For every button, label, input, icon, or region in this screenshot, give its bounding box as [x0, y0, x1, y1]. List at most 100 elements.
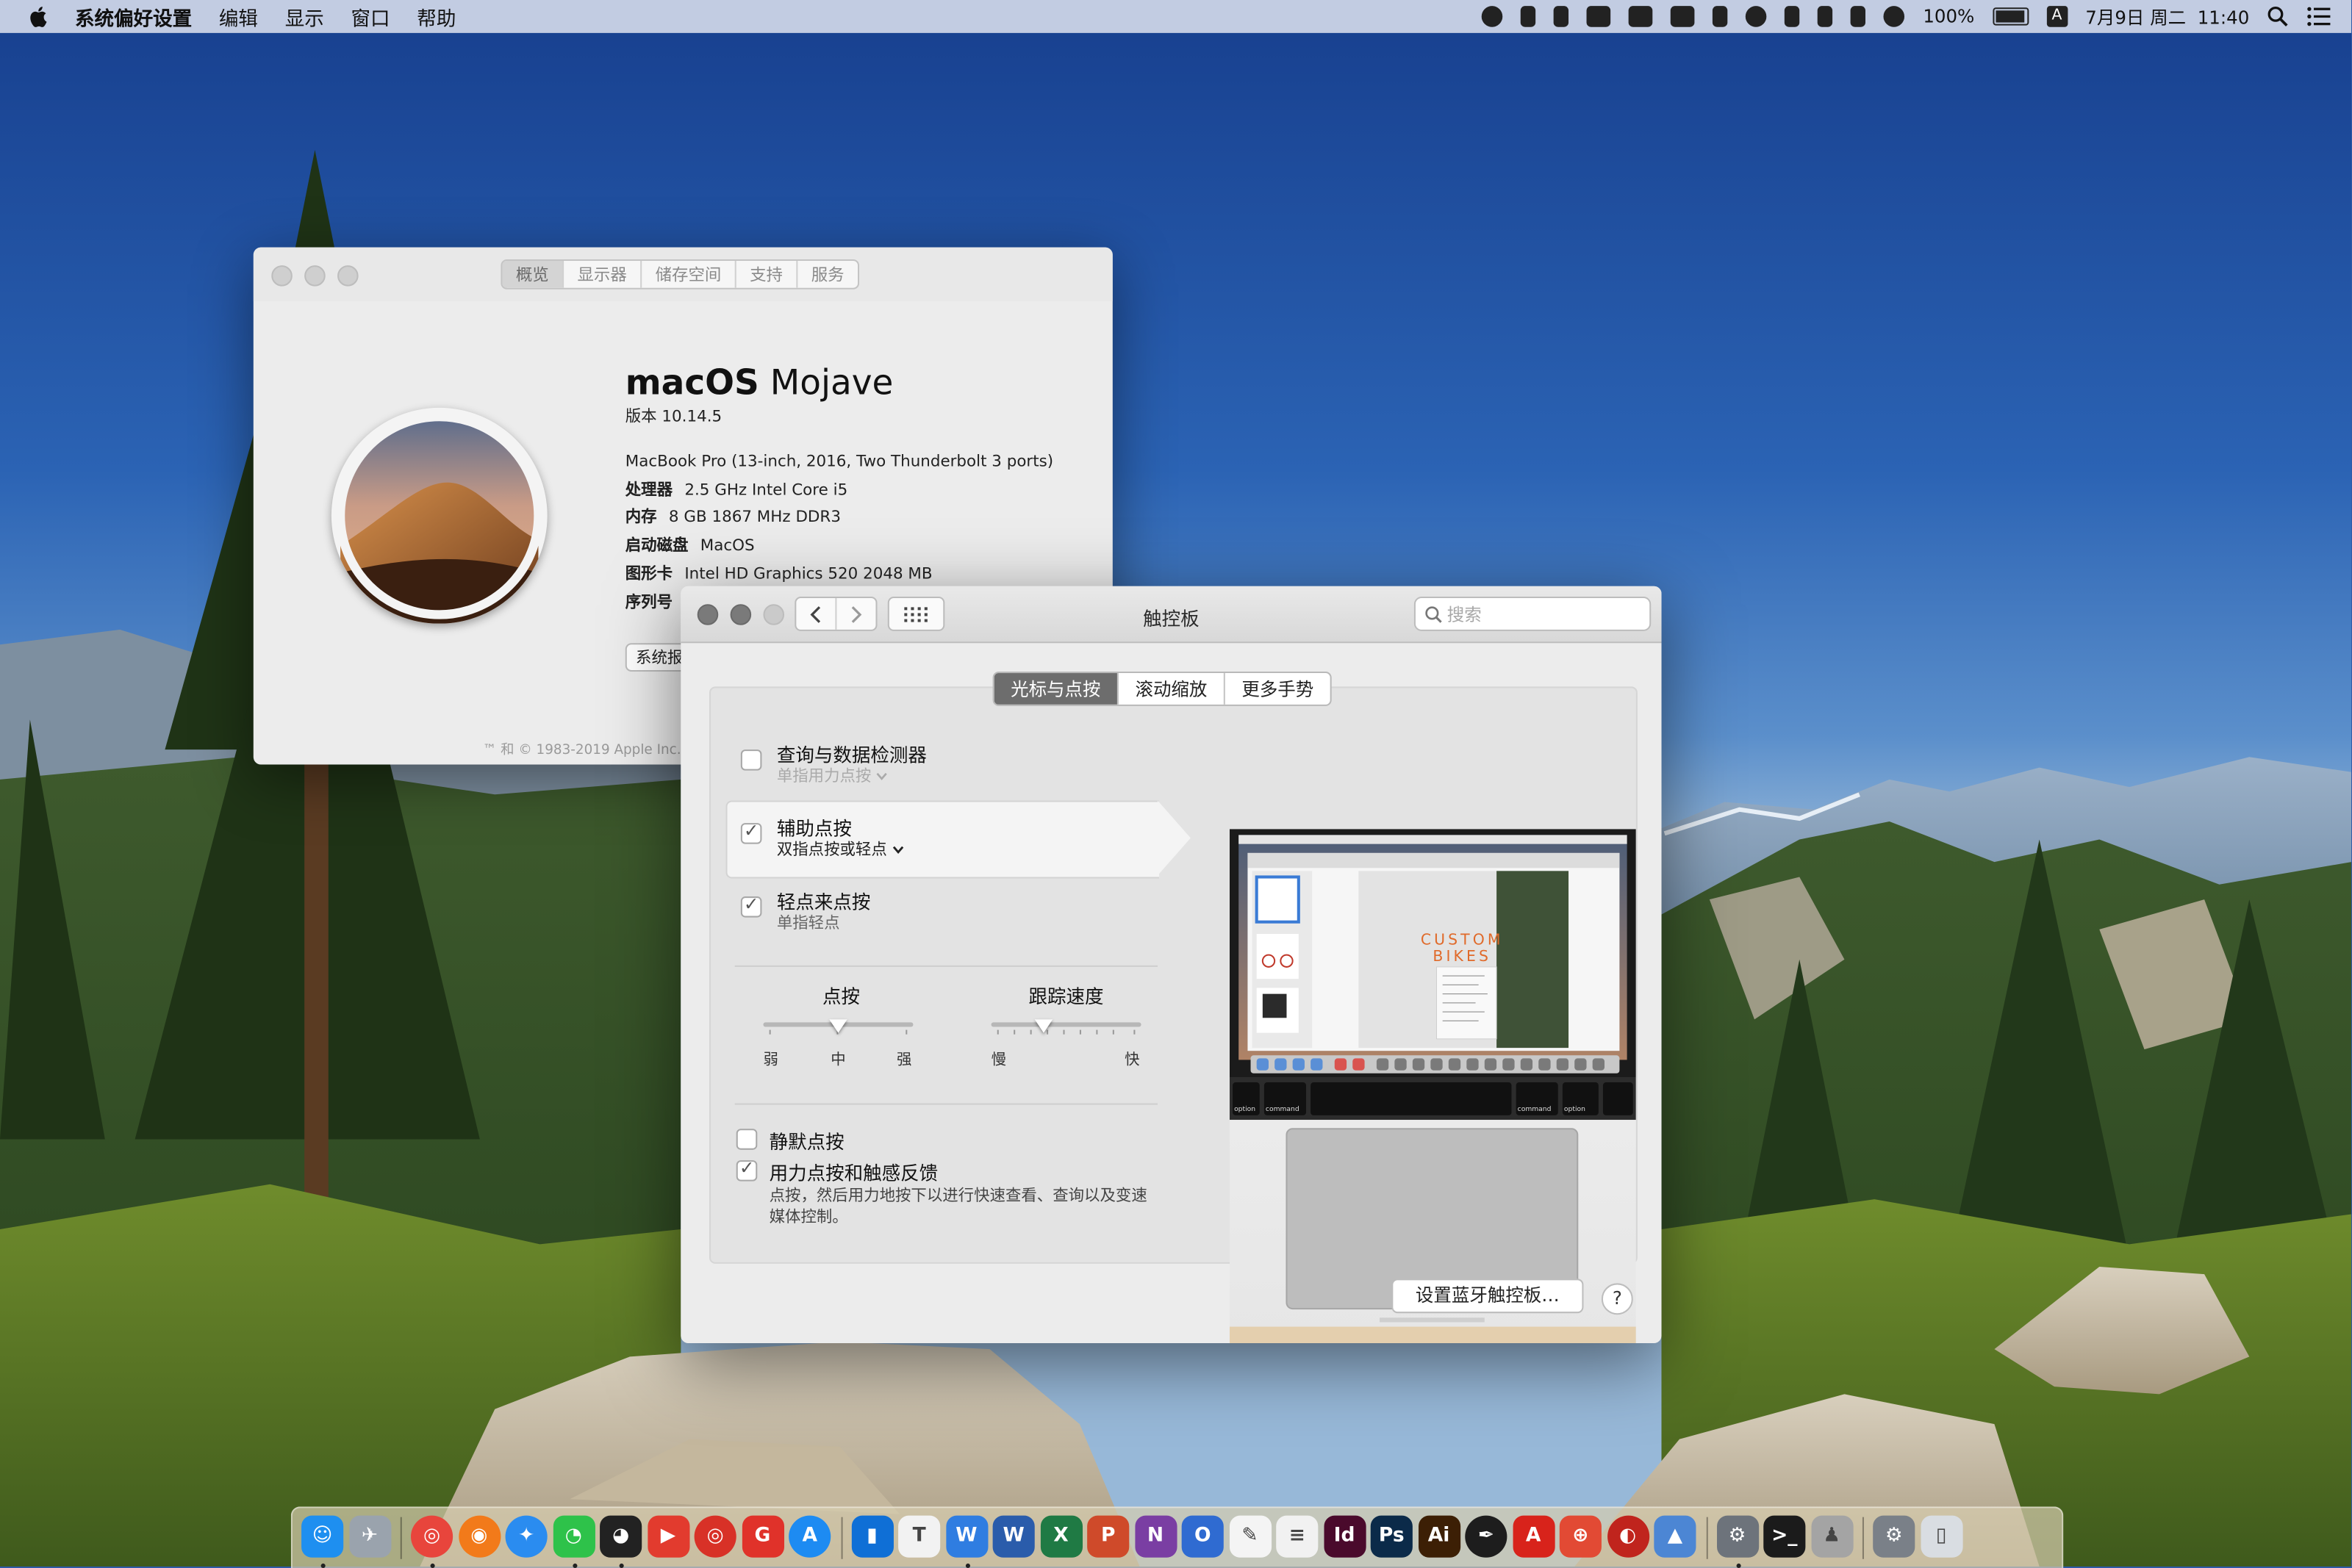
paw-icon[interactable]	[1554, 6, 1569, 27]
option-subtitle[interactable]: 双指点按或轻点	[777, 838, 903, 860]
notification-center-icon[interactable]	[2306, 6, 2331, 27]
battery-percent[interactable]: 100%	[1923, 6, 1974, 27]
search-field[interactable]	[1413, 596, 1652, 631]
zoom-button[interactable]	[337, 265, 359, 287]
slider-tick	[1079, 1029, 1081, 1035]
tab-overview[interactable]: 概览	[502, 260, 563, 288]
dock-powerpoint-icon[interactable]: P	[1087, 1515, 1130, 1558]
dock-outlook-icon[interactable]: O	[1181, 1515, 1224, 1558]
running-indicator	[619, 1563, 624, 1568]
dock-qq-icon[interactable]: ◕	[600, 1515, 642, 1558]
dock-typora-icon[interactable]: T	[898, 1515, 941, 1558]
dock-photoshop-icon[interactable]: Ps	[1370, 1515, 1413, 1558]
cloud-icon[interactable]	[1671, 6, 1696, 27]
send-icon[interactable]	[1629, 6, 1654, 27]
dock-acrobat-icon[interactable]: A	[1512, 1515, 1555, 1558]
input-method-icon[interactable]: A	[2046, 6, 2068, 27]
lookup-checkbox[interactable]	[740, 749, 762, 771]
dock-terminal-icon[interactable]: >_	[1763, 1515, 1806, 1558]
dock-safari-icon[interactable]: ✦	[505, 1515, 548, 1558]
clock[interactable]: 7月9日 周二 11:40	[2085, 4, 2249, 29]
menu-view[interactable]: 显示	[285, 2, 324, 31]
dock-system-preferences-icon[interactable]: ⚙	[1715, 1515, 1759, 1558]
dock-excel-icon[interactable]: X	[1039, 1515, 1082, 1558]
dock-chrome-icon[interactable]: ◎	[411, 1515, 453, 1558]
menu-edit[interactable]: 编辑	[219, 2, 258, 31]
menu-app-name[interactable]: 系统偏好设置	[75, 2, 192, 31]
tab-storage[interactable]: 储存空间	[640, 260, 735, 288]
network-icon[interactable]	[1785, 6, 1801, 27]
dock-illustrator-icon[interactable]: Ai	[1418, 1515, 1460, 1558]
tab-support[interactable]: 支持	[734, 260, 797, 288]
dock-indesign-icon[interactable]: Id	[1323, 1515, 1366, 1558]
dock-finder-icon[interactable]: ☺	[301, 1515, 344, 1558]
tab-more-gestures[interactable]: 更多手势	[1223, 673, 1330, 705]
tap-to-click-checkbox[interactable]	[740, 893, 762, 918]
menu-help[interactable]: 帮助	[417, 2, 456, 31]
dock-app-store-icon[interactable]: A	[789, 1515, 831, 1558]
force-click-checkbox[interactable]	[736, 1157, 758, 1182]
slider-knob[interactable]	[829, 1019, 847, 1033]
secondary-click-checkbox[interactable]	[740, 820, 762, 844]
spec-value: 2.5 GHz Intel Core i5	[684, 481, 848, 499]
highlight-pointer	[1158, 800, 1191, 876]
eject-icon[interactable]	[1818, 6, 1833, 27]
silent-click-checkbox[interactable]	[736, 1129, 758, 1150]
dock-onenote-icon[interactable]: N	[1134, 1515, 1177, 1558]
dock-pdf-expert-icon[interactable]: ▶	[647, 1515, 689, 1558]
dock-wechat-icon[interactable]: ◔	[552, 1515, 595, 1558]
spec-key: 图形卡	[625, 564, 673, 583]
vpn-icon[interactable]	[1884, 6, 1905, 27]
wechat-icon[interactable]	[1482, 6, 1504, 27]
setup-bluetooth-trackpad-button[interactable]: 设置蓝牙触控板…	[1391, 1279, 1584, 1314]
slider-label: 跟踪速度	[1028, 985, 1104, 1008]
dock-word-icon[interactable]: W	[992, 1515, 1035, 1558]
dock-launchpad-icon[interactable]: ✈	[348, 1515, 391, 1558]
tab-displays[interactable]: 显示器	[562, 260, 640, 288]
apple-menu-icon[interactable]	[27, 4, 51, 29]
dock-inkscape-icon[interactable]: ✒	[1465, 1515, 1507, 1558]
close-button[interactable]	[271, 265, 293, 287]
search-input[interactable]	[1446, 603, 1627, 625]
tab-service[interactable]: 服务	[796, 260, 858, 288]
dock-firefox-icon[interactable]: ◉	[458, 1515, 501, 1558]
dock-notes-icon[interactable]: ≡	[1276, 1515, 1319, 1558]
dock-pdf-reader-icon[interactable]: ⊕	[1559, 1515, 1602, 1558]
tab-point-click[interactable]: 光标与点按	[994, 673, 1117, 705]
timemachine-icon[interactable]	[1746, 6, 1768, 27]
minimize-button[interactable]	[304, 265, 326, 287]
dock-pages-icon[interactable]: ✎	[1228, 1515, 1272, 1558]
os-version: 版本 10.14.5	[625, 407, 723, 426]
dock-recorder-icon[interactable]: ◐	[1607, 1515, 1649, 1558]
battery-icon[interactable]	[1992, 7, 2029, 26]
dock-wps-icon[interactable]: W	[945, 1515, 988, 1558]
slider-tick	[1112, 1029, 1114, 1035]
dock-netease-music-icon[interactable]: ◎	[694, 1515, 736, 1558]
help-button[interactable]: ?	[1601, 1283, 1633, 1315]
dock-transmit-icon[interactable]: ▲	[1654, 1515, 1696, 1558]
copyright: ™ 和 © 1983-2019 Apple Inc.	[482, 743, 681, 759]
spec-value: Intel HD Graphics 520 2048 MB	[684, 564, 933, 583]
slider-tick	[997, 1029, 999, 1035]
dock-trello-icon[interactable]: ▮	[850, 1515, 893, 1558]
running-indicator	[320, 1563, 326, 1568]
dock-gif-brewery-icon[interactable]: G	[741, 1515, 784, 1558]
grid-icon[interactable]	[1713, 6, 1729, 27]
menu-window[interactable]: 窗口	[351, 2, 390, 31]
option-subtitle[interactable]: 单指用力点按	[777, 764, 888, 787]
dock-trash-icon[interactable]: ▯	[1920, 1515, 1962, 1558]
volume-icon[interactable]	[1851, 6, 1866, 27]
dock-automator-icon[interactable]: ♟	[1810, 1515, 1853, 1558]
mojave-logo	[331, 407, 548, 624]
slider-min-label: 慢	[991, 1052, 1006, 1069]
tab-scroll-zoom[interactable]: 滚动缩放	[1116, 673, 1224, 705]
signal-icon[interactable]	[1521, 6, 1536, 27]
spotlight-icon[interactable]	[2267, 6, 2289, 27]
bridge-icon[interactable]	[1587, 6, 1611, 27]
spec-graphics: 图形卡 Intel HD Graphics 520 2048 MB	[625, 561, 1053, 589]
option-subtitle-text: 单指用力点按	[776, 767, 872, 786]
about-tabs: 概览 显示器 储存空间 支持 服务	[501, 259, 860, 289]
dock-separator	[400, 1517, 402, 1559]
slider-knob[interactable]	[1034, 1019, 1053, 1033]
dock-system-prefs-2-icon[interactable]: ⚙	[1873, 1515, 1915, 1558]
